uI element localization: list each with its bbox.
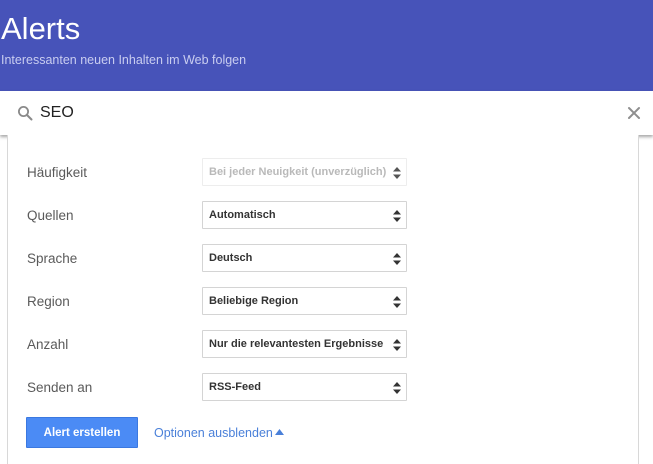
sources-select-value: Automatisch <box>209 209 276 221</box>
caret-up-icon[interactable] <box>275 429 284 435</box>
option-row-language: Sprache Deutsch <box>8 244 638 274</box>
select-arrows-icon <box>393 339 401 351</box>
deliver-to-select[interactable]: RSS-Feed <box>202 373 407 401</box>
option-row-amount: Anzahl Nur die relevantesten Ergebnisse <box>8 330 638 360</box>
deliver-to-select-value: RSS-Feed <box>209 381 261 393</box>
language-select-value: Deutsch <box>209 252 253 264</box>
option-row-deliver-to: Senden an RSS-Feed <box>8 373 638 403</box>
option-label-language: Sprache <box>27 251 78 266</box>
amount-select[interactable]: Nur die relevantesten Ergebnisse <box>202 330 407 358</box>
region-select[interactable]: Beliebige Region <box>202 287 407 315</box>
select-arrows-icon <box>393 296 401 308</box>
option-label-amount: Anzahl <box>27 337 69 352</box>
search-icon <box>18 106 33 121</box>
page-title: Alerts <box>1 11 81 46</box>
frequency-select-value: Bei jeder Neuigkeit (unverzüglich) <box>209 166 387 178</box>
amount-select-value: Nur die relevantesten Ergebnisse <box>209 338 384 350</box>
option-row-region: Region Beliebige Region <box>8 287 638 317</box>
alerts-page: Alerts Interessanten neuen Inhalten im W… <box>0 0 653 464</box>
select-arrows-icon <box>393 253 401 265</box>
close-icon[interactable] <box>625 104 643 122</box>
frequency-select[interactable]: Bei jeder Neuigkeit (unverzüglich) <box>202 158 407 186</box>
option-label-deliver-to: Senden an <box>27 380 93 395</box>
region-select-value: Beliebige Region <box>209 295 299 307</box>
option-row-frequency: Häufigkeit Bei jeder Neuigkeit (unverzüg… <box>8 158 638 188</box>
options-panel: Häufigkeit Bei jeder Neuigkeit (unverzüg… <box>7 135 639 464</box>
option-label-sources: Quellen <box>27 208 74 223</box>
hide-options-link[interactable]: Optionen ausblenden <box>154 425 273 441</box>
option-label-frequency: Häufigkeit <box>27 165 88 180</box>
select-arrows-icon <box>393 210 401 222</box>
select-arrows-icon <box>393 382 401 394</box>
sources-select[interactable]: Automatisch <box>202 201 407 229</box>
option-label-region: Region <box>27 294 70 309</box>
create-alert-button[interactable]: Alert erstellen <box>26 417 138 448</box>
search-input[interactable] <box>40 99 600 127</box>
select-arrows-icon <box>393 167 401 179</box>
search-bar <box>0 91 653 135</box>
option-row-sources: Quellen Automatisch <box>8 201 638 231</box>
language-select[interactable]: Deutsch <box>202 244 407 272</box>
page-subtitle: Interessanten neuen Inhalten im Web folg… <box>1 53 247 67</box>
